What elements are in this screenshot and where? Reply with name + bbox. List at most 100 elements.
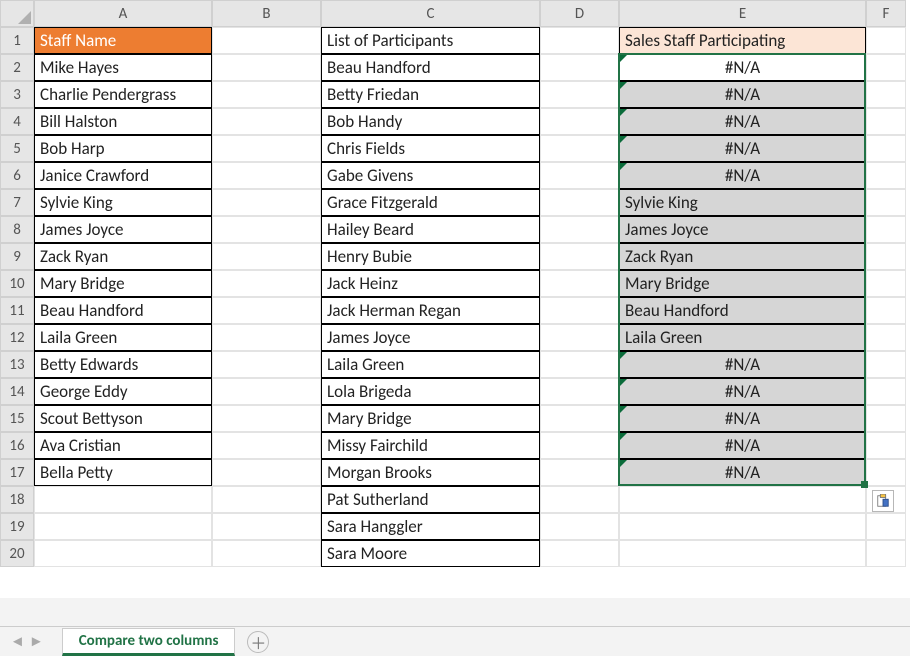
cell-E19[interactable]	[619, 513, 866, 540]
row-header-10[interactable]: 10	[0, 270, 34, 297]
row-header-20[interactable]: 20	[0, 540, 34, 567]
cell-F15[interactable]	[866, 405, 906, 432]
cell-C16[interactable]: Missy Fairchild	[321, 432, 540, 459]
row-header-15[interactable]: 15	[0, 405, 34, 432]
cell-F10[interactable]	[866, 270, 906, 297]
cell-E16[interactable]: #N/A	[619, 432, 866, 459]
cell-E18[interactable]	[619, 486, 866, 513]
cell-A5[interactable]: Bob Harp	[34, 135, 212, 162]
cell-B17[interactable]	[212, 459, 321, 486]
row-header-4[interactable]: 4	[0, 108, 34, 135]
cell-A8[interactable]: James Joyce	[34, 216, 212, 243]
cell-D11[interactable]	[540, 297, 619, 324]
cell-D1[interactable]	[540, 27, 619, 54]
column-header-F[interactable]: F	[866, 0, 906, 27]
cell-A11[interactable]: Beau Handford	[34, 297, 212, 324]
cell-B5[interactable]	[212, 135, 321, 162]
cell-F1[interactable]	[866, 27, 906, 54]
cell-C17[interactable]: Morgan Brooks	[321, 459, 540, 486]
column-header-A[interactable]: A	[34, 0, 212, 27]
cell-E11[interactable]: Beau Handford	[619, 297, 866, 324]
cell-E3[interactable]: #N/A	[619, 81, 866, 108]
cell-F5[interactable]	[866, 135, 906, 162]
column-header-B[interactable]: B	[212, 0, 321, 27]
cell-A3[interactable]: Charlie Pendergrass	[34, 81, 212, 108]
row-header-5[interactable]: 5	[0, 135, 34, 162]
cell-F4[interactable]	[866, 108, 906, 135]
cell-B20[interactable]	[212, 540, 321, 567]
cell-D8[interactable]	[540, 216, 619, 243]
cell-C6[interactable]: Gabe Givens	[321, 162, 540, 189]
cell-C20[interactable]: Sara Moore	[321, 540, 540, 567]
paste-options-icon[interactable]	[872, 490, 894, 512]
cell-A20[interactable]	[34, 540, 212, 567]
cell-B3[interactable]	[212, 81, 321, 108]
cell-B12[interactable]	[212, 324, 321, 351]
cell-E4[interactable]: #N/A	[619, 108, 866, 135]
cell-A13[interactable]: Betty Edwards	[34, 351, 212, 378]
cell-A9[interactable]: Zack Ryan	[34, 243, 212, 270]
row-header-19[interactable]: 19	[0, 513, 34, 540]
row-header-17[interactable]: 17	[0, 459, 34, 486]
row-header-12[interactable]: 12	[0, 324, 34, 351]
cell-C19[interactable]: Sara Hanggler	[321, 513, 540, 540]
cell-B2[interactable]	[212, 54, 321, 81]
cell-C18[interactable]: Pat Sutherland	[321, 486, 540, 513]
cell-E7[interactable]: Sylvie King	[619, 189, 866, 216]
cell-B14[interactable]	[212, 378, 321, 405]
cell-C12[interactable]: James Joyce	[321, 324, 540, 351]
cell-B9[interactable]	[212, 243, 321, 270]
cell-D18[interactable]	[540, 486, 619, 513]
row-header-7[interactable]: 7	[0, 189, 34, 216]
cell-F6[interactable]	[866, 162, 906, 189]
sheet-tab-active[interactable]: Compare two columns	[62, 628, 236, 656]
cell-C1[interactable]: List of Participants	[321, 27, 540, 54]
cell-E17[interactable]: #N/A	[619, 459, 866, 486]
cell-E20[interactable]	[619, 540, 866, 567]
cell-A18[interactable]	[34, 486, 212, 513]
cell-D4[interactable]	[540, 108, 619, 135]
select-all-corner[interactable]	[0, 0, 34, 27]
cell-D9[interactable]	[540, 243, 619, 270]
cell-D7[interactable]	[540, 189, 619, 216]
cell-A4[interactable]: Bill Halston	[34, 108, 212, 135]
cell-D10[interactable]	[540, 270, 619, 297]
cell-D14[interactable]	[540, 378, 619, 405]
row-header-2[interactable]: 2	[0, 54, 34, 81]
cell-B10[interactable]	[212, 270, 321, 297]
cell-F17[interactable]	[866, 459, 906, 486]
cell-A2[interactable]: Mike Hayes	[34, 54, 212, 81]
column-header-D[interactable]: D	[540, 0, 619, 27]
cell-E5[interactable]: #N/A	[619, 135, 866, 162]
cell-C14[interactable]: Lola Brigeda	[321, 378, 540, 405]
cell-D16[interactable]	[540, 432, 619, 459]
cell-C15[interactable]: Mary Bridge	[321, 405, 540, 432]
cell-B18[interactable]	[212, 486, 321, 513]
cell-E6[interactable]: #N/A	[619, 162, 866, 189]
cell-A16[interactable]: Ava Cristian	[34, 432, 212, 459]
cell-F3[interactable]	[866, 81, 906, 108]
add-sheet-button[interactable]: ＋	[247, 631, 269, 653]
cell-A12[interactable]: Laila Green	[34, 324, 212, 351]
cell-E1[interactable]: Sales Staff Participating	[619, 27, 866, 54]
cell-D17[interactable]	[540, 459, 619, 486]
cell-D5[interactable]	[540, 135, 619, 162]
cell-C5[interactable]: Chris Fields	[321, 135, 540, 162]
cell-F14[interactable]	[866, 378, 906, 405]
cell-C9[interactable]: Henry Bubie	[321, 243, 540, 270]
row-header-16[interactable]: 16	[0, 432, 34, 459]
column-header-E[interactable]: E	[619, 0, 866, 27]
cell-E9[interactable]: Zack Ryan	[619, 243, 866, 270]
cell-A17[interactable]: Bella Petty	[34, 459, 212, 486]
column-header-C[interactable]: C	[321, 0, 540, 27]
cell-C11[interactable]: Jack Herman Regan	[321, 297, 540, 324]
cell-D20[interactable]	[540, 540, 619, 567]
row-header-13[interactable]: 13	[0, 351, 34, 378]
cell-F7[interactable]	[866, 189, 906, 216]
cell-F2[interactable]	[866, 54, 906, 81]
cell-D13[interactable]	[540, 351, 619, 378]
cell-E8[interactable]: James Joyce	[619, 216, 866, 243]
row-header-6[interactable]: 6	[0, 162, 34, 189]
row-header-11[interactable]: 11	[0, 297, 34, 324]
cell-E2[interactable]: #N/A	[619, 54, 866, 81]
